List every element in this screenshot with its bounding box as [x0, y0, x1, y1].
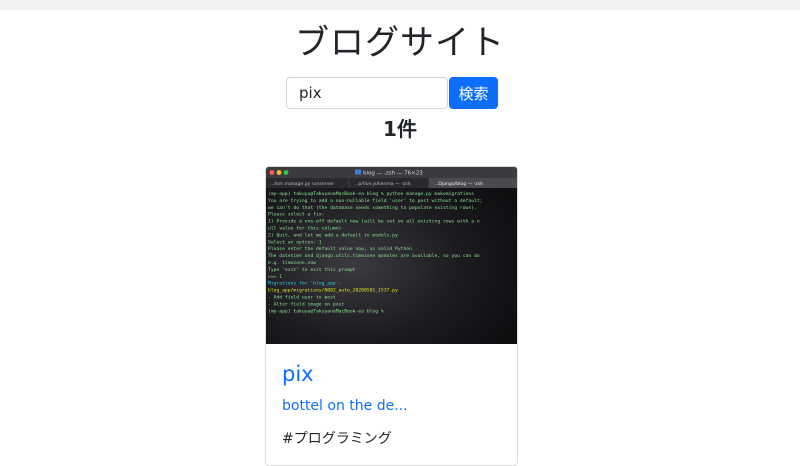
terminal-line: (my-app) takuya@TakuyanoMacBook-ea blog …: [268, 191, 474, 197]
browser-top-strip: [0, 0, 800, 10]
post-title-link[interactable]: pix: [282, 360, 314, 388]
terminal-line: The datetime and django.utils.timezone m…: [268, 253, 480, 259]
page-title: ブログサイト: [295, 23, 505, 63]
terminal-line: >>> 1: [268, 274, 282, 280]
terminal-line: - Add field user to post: [268, 295, 336, 301]
terminal-line: we can't do that (the database needs som…: [268, 205, 477, 211]
folder-icon: [355, 169, 361, 175]
terminal-line: 1) Provide a one-off default now (will b…: [268, 219, 480, 225]
terminal-tab: ...hon manage.py runserver: [270, 181, 334, 187]
terminal-line: Please enter the default value now, as v…: [268, 246, 412, 252]
search-form: 検索: [286, 77, 498, 109]
terminal-line: Migrations for 'blog_app':: [268, 281, 341, 287]
terminal-line: Please select a fix:: [268, 212, 324, 218]
search-input[interactable]: [286, 77, 448, 109]
terminal-tab: ...p/Vue.js/kenma — -zsh: [354, 181, 411, 187]
terminal-tab-active: ...Django/blog — -zsh: [434, 181, 483, 187]
terminal-line: e.g. timezone.now: [268, 260, 316, 266]
post-tag: #プログラミング: [282, 431, 392, 447]
search-button[interactable]: 検索: [449, 77, 498, 109]
post-excerpt-link[interactable]: bottel on the de...: [282, 396, 408, 416]
terminal-line: blog_app/migrations/0002_auto_20200501_1…: [268, 288, 398, 294]
terminal-line: You are trying to add a non-nullable fie…: [268, 198, 482, 204]
terminal-line: (my-app) takuya@TakuyanoMacBook-ea blog …: [268, 308, 384, 314]
terminal-line: ull value for this column): [268, 226, 341, 232]
post-card: blog — -zsh — 76×23 ...hon manage.py run…: [265, 166, 518, 466]
zoom-dot-icon: [283, 170, 289, 175]
terminal-line: Type 'exit' to exit this prompt: [268, 267, 356, 273]
post-thumbnail[interactable]: blog — -zsh — 76×23 ...hon manage.py run…: [266, 167, 517, 344]
terminal-line: - Alter field image on post: [268, 301, 344, 307]
terminal-line: Select an option: 1: [268, 239, 322, 245]
result-count: 1件: [383, 117, 417, 141]
minimize-dot-icon: [276, 170, 282, 175]
terminal-line: 2) Quit, and let me add a default in mod…: [268, 232, 398, 238]
close-dot-icon: [269, 170, 275, 175]
terminal-window-title: blog — -zsh — 76×23: [363, 171, 423, 177]
